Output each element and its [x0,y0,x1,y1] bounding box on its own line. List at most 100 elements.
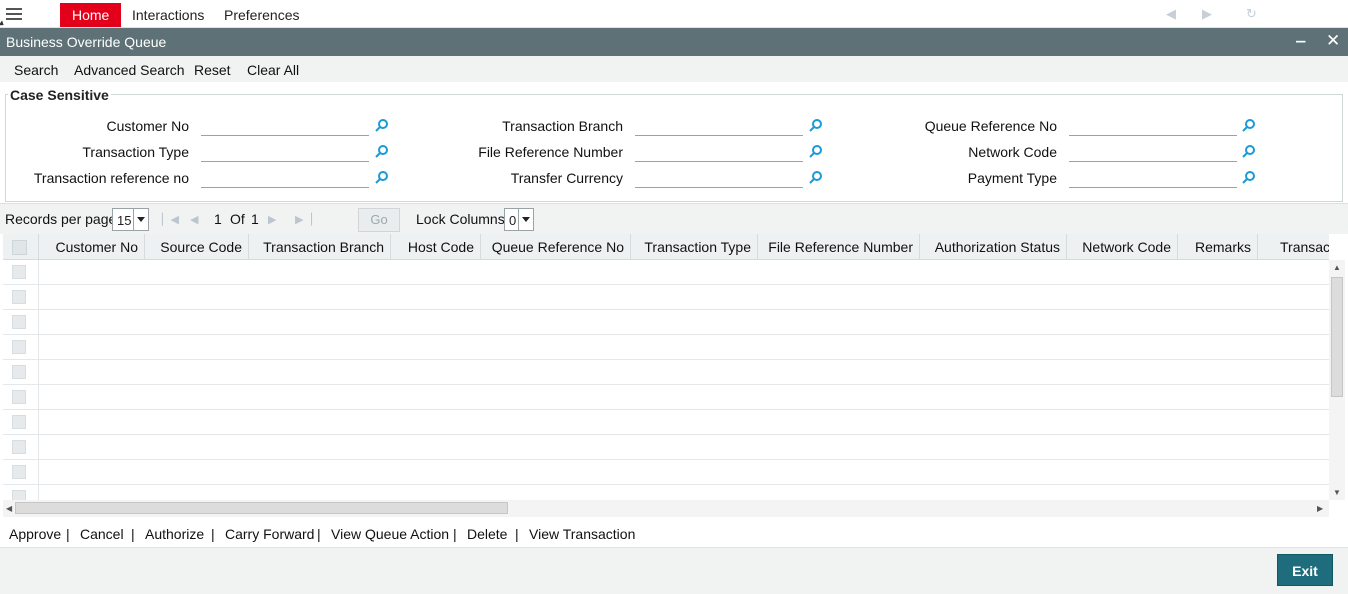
table-row[interactable] [3,360,1329,385]
scroll-down-icon[interactable]: ▼ [1333,488,1341,497]
transaction-reference-no-field[interactable] [201,166,369,188]
scroll-up-icon[interactable]: ▲ [1333,263,1341,272]
column-header-file-reference-number[interactable]: File Reference Number [758,234,920,260]
next-page-icon[interactable]: ▶ [268,213,276,226]
file-reference-number-lookup-icon[interactable] [809,144,823,158]
table-row[interactable] [3,485,1329,500]
mouse-cursor-icon [0,20,6,28]
window-title: Business Override Queue [6,34,167,50]
file-reference-number-field[interactable] [635,140,803,162]
view-transaction-link[interactable]: View Transaction [529,526,635,542]
payment-type-label: Payment Type [967,170,1057,186]
row-checkbox[interactable] [12,315,26,329]
queue-reference-no-lookup-icon[interactable] [1242,118,1256,132]
authorize-link[interactable]: Authorize [145,526,204,542]
refresh-icon[interactable]: ↻ [1246,6,1257,22]
queue-reference-no-label: Queue Reference No [924,118,1057,134]
table-row[interactable] [3,310,1329,335]
select-all-checkbox[interactable] [12,240,27,255]
transaction-type-field[interactable] [201,140,369,162]
carry-forward-link[interactable]: Carry Forward [225,526,314,542]
row-checkbox[interactable] [12,490,26,500]
transfer-currency-field[interactable] [635,166,803,188]
row-checkbox[interactable] [12,265,26,279]
column-header-transaction-type[interactable]: Transaction Type [631,234,758,260]
close-icon[interactable]: ✕ [1326,31,1340,51]
row-divider [38,460,39,485]
payment-type-field[interactable] [1069,166,1237,188]
customer-no-lookup-icon[interactable] [375,118,389,132]
column-header-source-code[interactable]: Source Code [145,234,249,260]
table-row[interactable] [3,285,1329,310]
approve-link[interactable]: Approve [9,526,61,542]
reset-button[interactable]: Reset [194,62,231,78]
column-header-queue-reference-no[interactable]: Queue Reference No [481,234,631,260]
row-checkbox[interactable] [12,390,26,404]
payment-type-lookup-icon[interactable] [1242,170,1256,184]
delete-link[interactable]: Delete [467,526,507,542]
column-header-authorization-status[interactable]: Authorization Status [920,234,1067,260]
column-header-network-code[interactable]: Network Code [1067,234,1178,260]
row-checkbox[interactable] [12,415,26,429]
transaction-type-lookup-icon[interactable] [375,144,389,158]
column-header-remarks[interactable]: Remarks [1178,234,1258,260]
vertical-scrollbar[interactable]: ▲ ▼ [1329,260,1345,500]
table-row[interactable] [3,435,1329,460]
tab-home[interactable]: Home [60,3,122,27]
search-button[interactable]: Search [14,62,58,78]
first-page-icon[interactable]: ▏◀ [162,213,179,226]
minimize-icon[interactable]: ‒ [1296,31,1305,51]
column-header-transaction-branch[interactable]: Transaction Branch [249,234,391,260]
row-divider [38,410,39,435]
network-code-lookup-icon[interactable] [1242,144,1256,158]
row-checkbox[interactable] [12,365,26,379]
row-checkbox[interactable] [12,340,26,354]
table-row[interactable] [3,335,1329,360]
transaction-branch-field[interactable] [635,114,803,136]
cancel-link[interactable]: Cancel [80,526,124,542]
transaction-branch-lookup-icon[interactable] [809,118,823,132]
transfer-currency-lookup-icon[interactable] [809,170,823,184]
go-button[interactable]: Go [358,208,400,232]
table-row[interactable] [3,410,1329,435]
last-page-icon[interactable]: ▶▕ [295,213,312,226]
previous-page-icon[interactable]: ◀ [190,213,198,226]
network-code-label: Network Code [968,144,1057,160]
lock-columns-select[interactable]: 0 [504,208,534,231]
table-row[interactable] [3,460,1329,485]
tab-preferences[interactable]: Preferences [212,3,311,27]
row-checkbox[interactable] [12,465,26,479]
advanced-search-button[interactable]: Advanced Search [74,62,185,78]
forward-arrow-icon[interactable]: ▶ [1202,6,1212,22]
column-header-host-code[interactable]: Host Code [391,234,481,260]
scroll-left-icon[interactable]: ◀ [6,504,12,513]
horizontal-scrollbar[interactable]: ◀ ▶ [3,500,1329,517]
row-checkbox[interactable] [12,290,26,304]
select-all-cell [3,234,39,260]
transaction-reference-no-lookup-icon[interactable] [375,170,389,184]
queue-reference-no-field[interactable] [1069,114,1237,136]
scroll-right-icon[interactable]: ▶ [1317,504,1323,513]
column-header-transaction[interactable]: Transact [1258,234,1329,260]
row-divider [38,260,39,285]
vertical-scroll-thumb[interactable] [1331,277,1343,397]
tab-interactions[interactable]: Interactions [120,3,216,27]
clear-all-button[interactable]: Clear All [247,62,299,78]
page-number-input[interactable] [320,209,356,231]
records-per-page-select[interactable]: 15 [112,208,149,231]
back-arrow-icon[interactable]: ◀ [1166,6,1176,22]
transfer-currency-label: Transfer Currency [510,170,623,186]
table-row[interactable] [3,385,1329,410]
column-header-customer-no[interactable]: Customer No [39,234,145,260]
window-title-bar: Business Override Queue ‒ ✕ [0,28,1348,56]
horizontal-scroll-thumb[interactable] [15,502,508,514]
hamburger-menu-icon[interactable] [6,8,22,20]
view-queue-action-link[interactable]: View Queue Action [331,526,449,542]
row-divider [38,360,39,385]
table-row[interactable] [3,260,1329,285]
action-separator: | [453,526,457,542]
customer-no-field[interactable] [201,114,369,136]
row-checkbox[interactable] [12,440,26,454]
exit-button[interactable]: Exit [1277,554,1333,586]
network-code-field[interactable] [1069,140,1237,162]
